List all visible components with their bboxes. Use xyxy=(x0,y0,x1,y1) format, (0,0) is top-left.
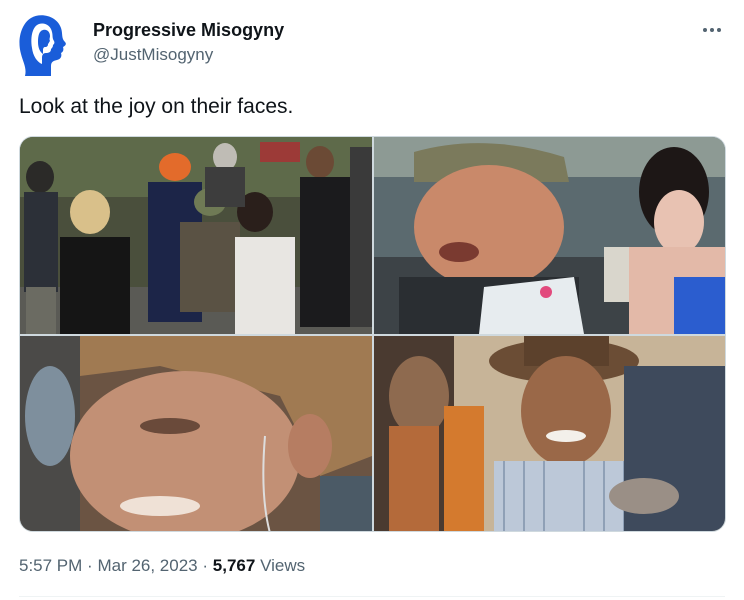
tweet-meta: 5:57 PM · Mar 26, 2023 · 5,767 Views xyxy=(19,554,305,578)
views-label: Views xyxy=(260,556,306,575)
tweet-timestamp-date[interactable]: Mar 26, 2023 xyxy=(97,556,197,575)
photo-blond-person-closeup[interactable] xyxy=(20,336,372,531)
avatar[interactable] xyxy=(17,14,71,78)
divider xyxy=(19,596,725,597)
author-display-name[interactable]: Progressive Misogyny xyxy=(93,18,284,42)
more-options-button[interactable] xyxy=(700,22,724,38)
tweet-timestamp-time[interactable]: 5:57 PM xyxy=(19,556,82,575)
meta-separator: · xyxy=(202,556,209,575)
meta-separator: · xyxy=(87,556,93,575)
photo-smiling-man-hat[interactable] xyxy=(374,336,725,531)
tweet-text: Look at the joy on their faces. xyxy=(19,95,294,118)
photo-man-shouting-megaphone[interactable] xyxy=(374,137,725,334)
views-count: 5,767 xyxy=(212,556,256,575)
author-handle[interactable]: @JustMisogyny xyxy=(93,44,284,66)
media-grid xyxy=(19,136,726,532)
author-block: Progressive Misogyny @JustMisogyny xyxy=(93,18,284,66)
photo-crowd-protest[interactable] xyxy=(20,137,372,334)
ellipsis-icon xyxy=(703,28,721,32)
profile-faces-logo-icon xyxy=(19,15,66,77)
tweet-card: Progressive Misogyny @JustMisogyny Look … xyxy=(0,0,744,600)
